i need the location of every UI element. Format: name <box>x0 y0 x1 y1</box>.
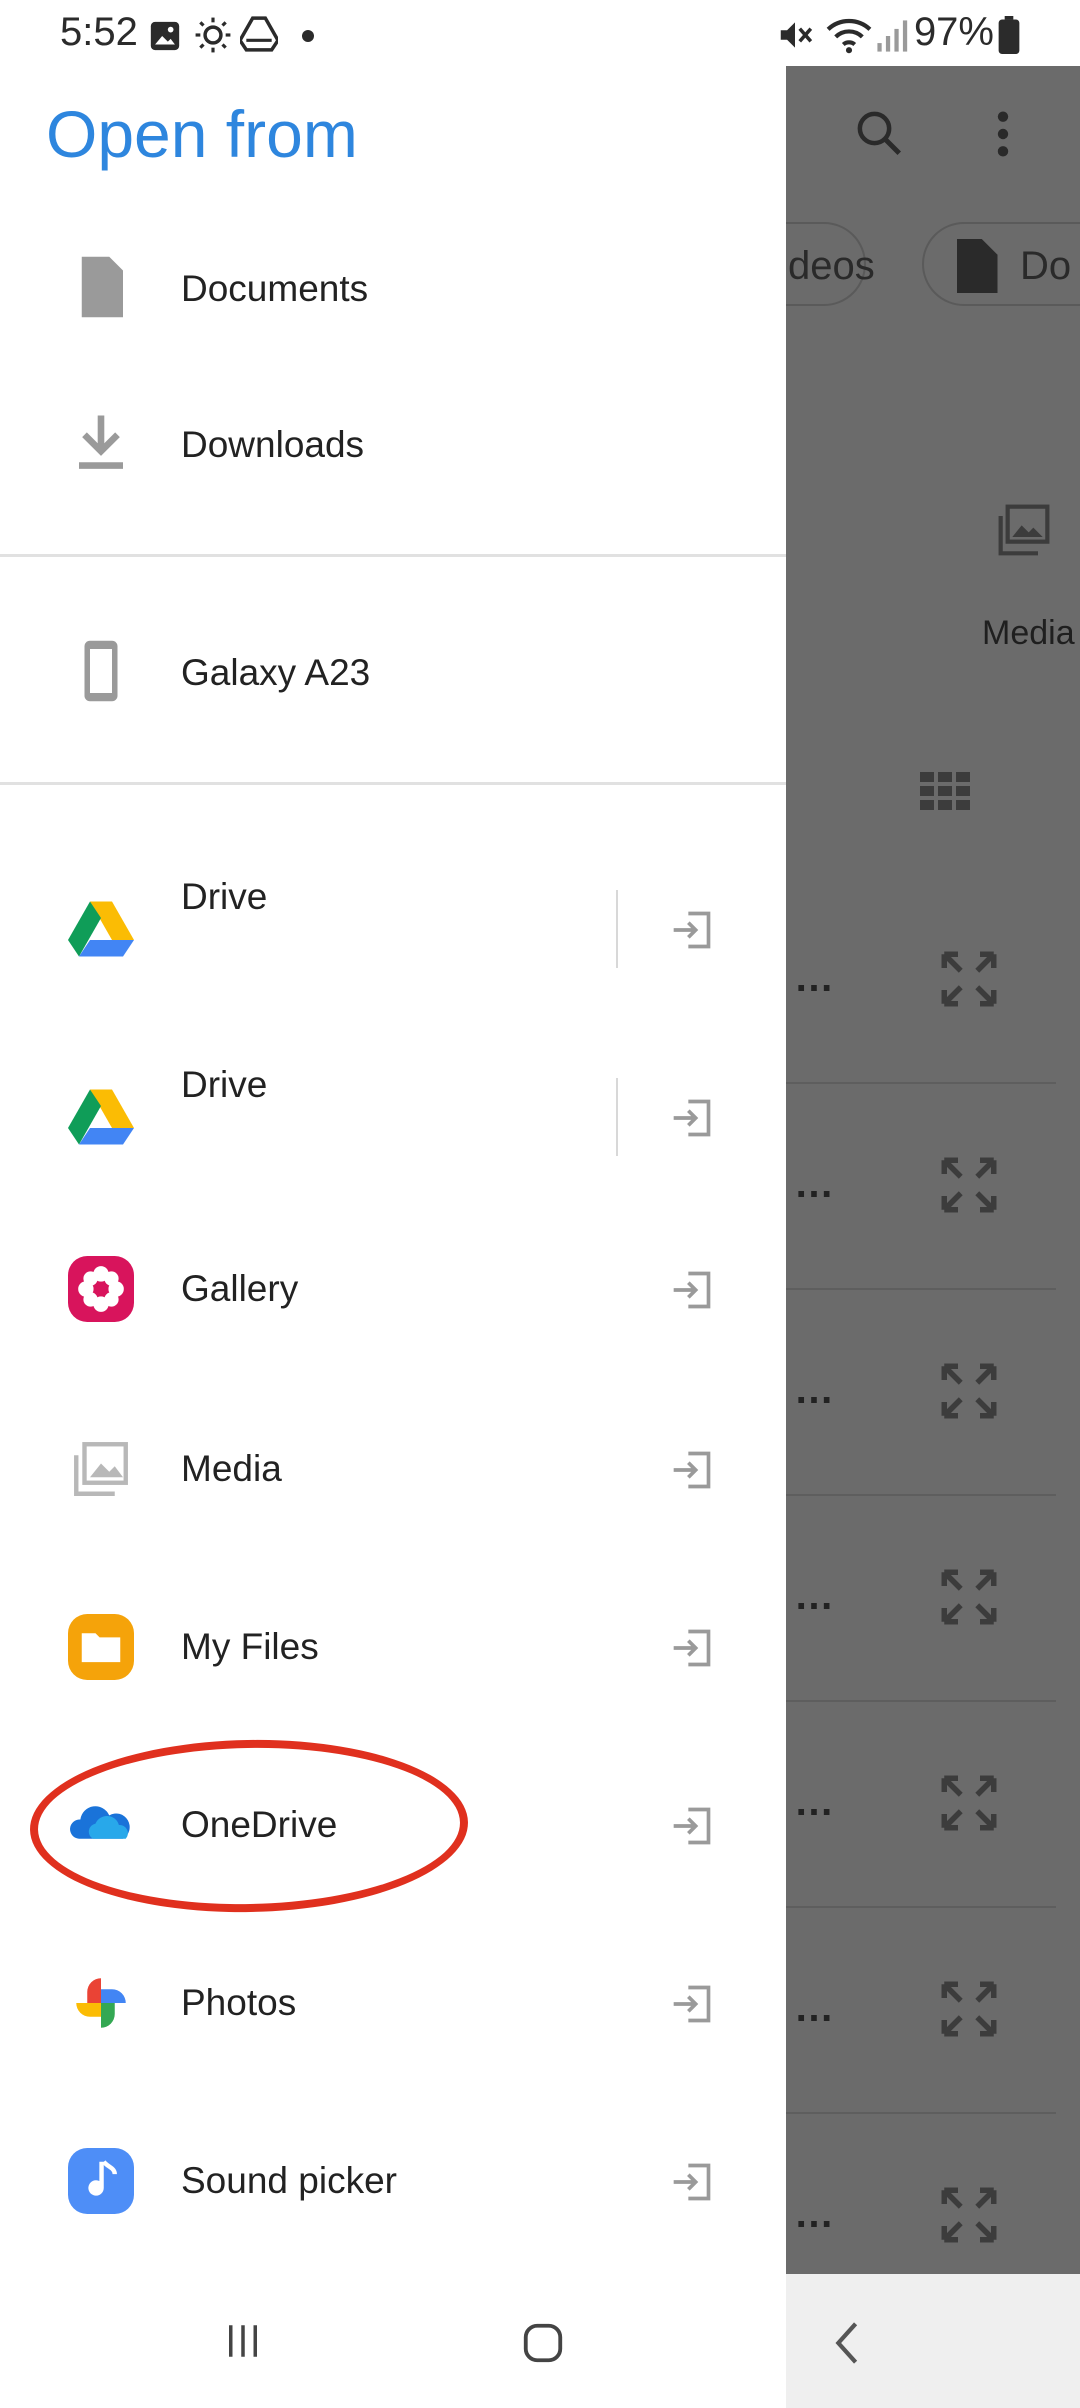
background-row-text: … <box>794 1162 834 1206</box>
background-row-text: … <box>794 2192 834 2236</box>
document-icon <box>952 238 998 322</box>
section-divider <box>0 782 786 785</box>
media-icon <box>68 1436 134 1502</box>
background-row-divider <box>786 1082 1056 1084</box>
status-bar: 5:52 97% <box>0 0 1080 66</box>
open-app-icon[interactable] <box>670 1096 714 1140</box>
battery-percentage: 97% <box>913 10 994 54</box>
expand-icon <box>936 1564 1002 1635</box>
vertical-divider <box>616 890 618 968</box>
google-drive-icon <box>68 896 134 962</box>
expand-icon <box>936 1152 1002 1223</box>
wifi-icon <box>826 16 872 64</box>
background-row-divider <box>786 1700 1056 1702</box>
drawer-item-drive[interactable]: Drive <box>0 1034 786 1184</box>
battery-icon <box>998 16 1020 64</box>
expand-icon <box>936 2182 1002 2253</box>
drawer-item-label: Documents <box>181 268 369 309</box>
open-app-icon[interactable] <box>670 1448 714 1492</box>
vertical-divider <box>616 1078 618 1156</box>
open-app-icon[interactable] <box>670 1268 714 1312</box>
drawer-item-label: Downloads <box>181 424 365 465</box>
drawer-item-sound-picker[interactable]: Sound picker <box>0 2106 786 2256</box>
background-app: deos Do Media … … … … … … … <box>786 66 1080 2274</box>
drawer-title: Open from <box>46 97 358 171</box>
drawer-item-documents[interactable]: Documents <box>0 212 786 362</box>
drawer-item-downloads[interactable]: Downloads <box>0 368 786 518</box>
open-app-icon[interactable] <box>670 1982 714 2026</box>
drawer-item-label: Gallery <box>181 1268 299 1309</box>
drawer-item-galaxy-a23[interactable]: Galaxy A23 <box>0 596 786 746</box>
expand-icon <box>936 946 1002 1017</box>
mute-icon <box>776 16 814 64</box>
drawer-item-label: My Files <box>181 1626 319 1667</box>
background-row-divider <box>786 1494 1056 1496</box>
background-row-text: … <box>794 1574 834 1618</box>
open-app-icon[interactable] <box>670 1804 714 1848</box>
grid-view-icon <box>920 772 970 817</box>
background-row-text: … <box>794 1368 834 1412</box>
drawer-item-my-files[interactable]: My Files <box>0 1572 786 1722</box>
dot-icon <box>302 30 314 42</box>
expand-icon <box>936 1770 1002 1841</box>
drawer-item-label: Media <box>181 1448 282 1489</box>
folder-icon <box>68 1614 134 1680</box>
phone-icon <box>68 638 134 704</box>
media-label: Media <box>982 614 1075 652</box>
background-row-text: … <box>794 956 834 1000</box>
drawer-item-label: Drive <box>181 876 268 917</box>
media-icon <box>996 502 1052 563</box>
music-note-icon <box>68 2148 134 2214</box>
drawer-item-label: Drive <box>181 1064 268 1105</box>
expand-icon <box>936 1358 1002 1429</box>
download-icon <box>68 410 134 476</box>
drawer-item-label: Galaxy A23 <box>181 652 371 693</box>
expand-icon <box>936 1976 1002 2047</box>
background-row-text: … <box>794 1986 834 2030</box>
more-options-icon <box>996 108 1010 165</box>
status-time: 5:52 <box>60 10 138 54</box>
background-row-divider <box>786 2112 1056 2114</box>
drawer-item-drive[interactable]: Drive <box>0 846 786 996</box>
home-button[interactable] <box>520 2320 566 2371</box>
drawer-item-gallery[interactable]: Gallery <box>0 1214 786 1364</box>
google-drive-icon <box>68 1084 134 1150</box>
chip-videos: deos <box>786 222 875 306</box>
open-from-drawer: Open from Documents Downloads Galaxy A23… <box>0 66 786 2274</box>
chip-documents-label: Do <box>1020 244 1072 288</box>
open-app-icon[interactable] <box>670 2160 714 2204</box>
open-app-icon[interactable] <box>670 1626 714 1670</box>
section-divider <box>0 554 786 557</box>
back-button[interactable] <box>830 2320 862 2371</box>
drawer-item-label: Photos <box>181 1982 297 2023</box>
recent-apps-button[interactable] <box>222 2320 264 2367</box>
image-icon <box>148 18 182 63</box>
background-row-divider <box>786 1906 1056 1908</box>
background-row-text: … <box>794 1780 834 1824</box>
drawer-item-label: Sound picker <box>181 2160 397 2201</box>
open-app-icon[interactable] <box>670 908 714 952</box>
navigation-bar <box>0 2274 1080 2408</box>
chip-documents: Do <box>922 222 1080 306</box>
drawer-item-media[interactable]: Media <box>0 1394 786 1544</box>
google-photos-icon <box>68 1970 134 2036</box>
signal-icon <box>876 18 910 63</box>
gallery-icon <box>68 1256 134 1322</box>
drawer-item-photos[interactable]: Photos <box>0 1928 786 2078</box>
drive-notification-icon <box>237 16 281 62</box>
background-row-divider <box>786 1288 1056 1290</box>
search-icon <box>852 106 906 165</box>
brightness-icon <box>194 16 232 64</box>
document-icon <box>68 254 134 320</box>
